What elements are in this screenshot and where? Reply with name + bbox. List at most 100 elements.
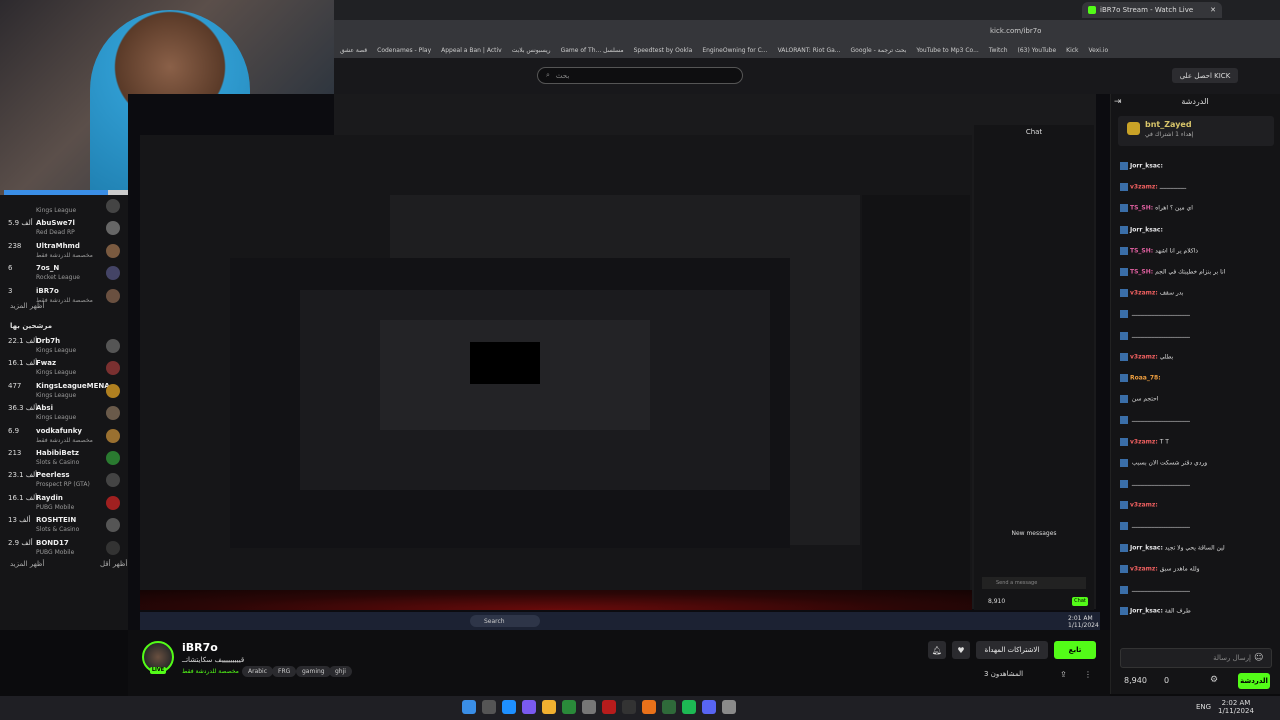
share-icon[interactable]: ⇪ (1060, 670, 1067, 679)
sidebar-channel-7os_n[interactable]: 6 7os_N Rocket League (0, 262, 128, 284)
taskbar-app-icon[interactable] (622, 700, 636, 714)
bookmark-item[interactable]: VALORANT: Riot Ga... (778, 47, 841, 54)
sidebar-channel-raydin[interactable]: 16.1 ألف Raydin PUBG Mobile (0, 492, 128, 514)
taskbar-app-icon[interactable] (702, 700, 716, 714)
show-less-link[interactable]: أظهر أقل (100, 560, 127, 568)
channel-points[interactable]: 8,940 (1124, 676, 1147, 685)
bookmark-item[interactable]: Twitch (989, 47, 1008, 54)
chat-badges-icon (1120, 543, 1128, 552)
chat-badges-icon (1120, 310, 1128, 319)
search-input[interactable]: ⌕ بحث (537, 67, 743, 84)
chat-username[interactable]: TS_SH: (1130, 247, 1153, 254)
bookmark-item[interactable]: EngineOwning for C... (702, 47, 767, 54)
chat-badges-icon (1120, 607, 1128, 616)
sidebar-channel-ultramhmd[interactable]: 238 UltraMhmd مخصصة للدردشة فقط (0, 240, 128, 262)
chat-username[interactable]: Jorr_ksac: (1130, 608, 1163, 615)
viewer-count: 5.9 ألف (8, 219, 33, 228)
gifted-subs-button[interactable]: الاشتراكات المهداة (976, 641, 1048, 659)
stream-category[interactable]: مخصصة للدردشة فقط (182, 668, 239, 675)
settings-gear-icon[interactable]: ⚙ (1210, 675, 1218, 685)
taskbar-app-icon[interactable] (522, 700, 536, 714)
sidebar-channel-bond17[interactable]: 2.9 ألف BOND17 PUBG Mobile (0, 537, 128, 559)
sidebar-channel-peerless[interactable]: 23.1 ألف Peerless Prospect RP (GTA) (0, 469, 128, 491)
bookmark-item[interactable]: قصة عشق (340, 47, 367, 54)
follow-button[interactable]: تابع (1054, 641, 1096, 659)
bookmark-item[interactable]: Game of Th... مسلسل (561, 47, 624, 54)
channel-category: Prospect RP (GTA) (36, 481, 90, 489)
chat-username[interactable]: Jorr_ksac: (1130, 544, 1163, 551)
streamer-name[interactable]: iBR7o (182, 641, 218, 654)
bookmark-item[interactable]: ريسبونس بلابت (512, 47, 551, 54)
sidebar-channel-vodkafunky[interactable]: 6.9 vodkafunky مخصصة للدردشة فقط (0, 425, 128, 447)
taskbar-app-icon[interactable] (502, 700, 516, 714)
chat-username[interactable]: TS_SH: (1130, 205, 1153, 212)
url-field[interactable]: kick.com/ibr7o (990, 24, 1130, 38)
taskbar-clock[interactable]: 2:02 AM 1/11/2024 (1218, 699, 1254, 715)
taskbar-app-icon[interactable] (562, 700, 576, 714)
bookmark-item[interactable]: Kick (1066, 47, 1078, 54)
tag[interactable]: gaming (296, 666, 331, 677)
channel-name: vodkafunky (36, 426, 82, 435)
emote-picker-icon[interactable]: ☺ (1254, 653, 1263, 663)
sidebar-channel-item[interactable]: Kings League (0, 195, 128, 217)
chat-username[interactable]: v3zamz: (1130, 502, 1158, 509)
pinned-message[interactable] (1118, 116, 1274, 146)
chat-username[interactable]: v3zamz: (1130, 184, 1158, 191)
chat-badges-icon (1120, 586, 1128, 594)
chat-username[interactable]: TS_SH: (1130, 269, 1153, 276)
bookmark-item[interactable]: (63) YouTube (1018, 47, 1057, 54)
sidebar-channel-roshtein[interactable]: 13 ألف ROSHTEIN Slots & Casino (0, 514, 128, 536)
chat-username[interactable]: Jorr_ksac: (1130, 163, 1163, 170)
tag[interactable]: ghji (329, 666, 352, 677)
heart-icon[interactable]: ♥ (952, 641, 970, 659)
taskbar-app-icon[interactable] (722, 700, 736, 714)
chat-message: ـــــــــــــــــــــــــــــــــ (1120, 416, 1190, 425)
bookmark-item[interactable]: Google - بحث ترجمة (851, 47, 907, 54)
show-more-link[interactable]: أظهر المزيد (10, 560, 44, 568)
sidebar-channel-drb7h[interactable]: 22.1 ألف Drb7h Kings League (0, 335, 128, 357)
notification-bell-icon[interactable]: 🔔︎ (928, 641, 946, 659)
chat-message-input[interactable]: إرسال رسالة (1120, 648, 1272, 668)
sidebar-channel-fwaz[interactable]: 16.1 ألف Fwaz Kings League (0, 357, 128, 379)
viewer-count: 238 (8, 241, 22, 250)
bookmark-item[interactable]: Vexi.io (1089, 47, 1109, 54)
chat-username[interactable]: v3zamz: (1130, 438, 1158, 445)
taskbar-app-icon[interactable] (542, 700, 556, 714)
taskbar-app-icon[interactable] (662, 700, 676, 714)
taskbar-app-icon[interactable] (482, 700, 496, 714)
close-tab-icon[interactable]: ✕ (1210, 6, 1216, 14)
browser-tab[interactable]: iBR7o Stream - Watch Live ✕ (1082, 2, 1222, 18)
chat-username[interactable]: Roaa_78: (1130, 375, 1161, 382)
bookmark-item[interactable]: Codenames - Play (377, 47, 431, 54)
background-floor (140, 590, 972, 610)
bookmark-item[interactable]: YouTube to Mp3 Co... (916, 47, 978, 54)
get-kick-button[interactable]: احصل على KICK (1172, 68, 1238, 83)
recursive-chat-panel: Chat New messages Send a message 8,910 C… (974, 125, 1094, 610)
chat-username[interactable]: Jorr_ksac: (1130, 226, 1163, 233)
taskbar-app-icon[interactable] (462, 700, 476, 714)
sidebar-channel-habibibetz[interactable]: 213 HabibiBetz Slots & Casino (0, 447, 128, 469)
tag[interactable]: FRG (272, 666, 297, 677)
chat-username[interactable]: v3zamz: (1130, 353, 1158, 360)
bookmark-item[interactable]: Speedtest by Ookla (634, 47, 693, 54)
taskbar-app-icon[interactable] (582, 700, 596, 714)
taskbar-app-icon[interactable] (682, 700, 696, 714)
pinned-user[interactable]: bnt_Zayed (1145, 120, 1192, 129)
taskbar-app-icon[interactable] (602, 700, 616, 714)
chat-badges-icon (1120, 395, 1128, 404)
chat-send-button[interactable]: الدردشة (1238, 673, 1270, 689)
chat-username[interactable]: v3zamz: (1130, 565, 1158, 572)
bookmark-item[interactable]: Appeal a Ban | Activ (441, 47, 502, 54)
chat-message: ـــــــــــــــــــــــــــــــــ (1120, 310, 1190, 319)
tag[interactable]: Arabic (242, 666, 274, 677)
language-indicator[interactable]: ENG (1196, 703, 1211, 711)
sidebar-channel-abuswe7l[interactable]: 5.9 ألف AbuSwe7l Red Dead RP (0, 217, 128, 239)
sidebar-channel-kingsleaguemena[interactable]: 477 KingsLeagueMENA Kings League (0, 380, 128, 402)
sidebar-channel-absi[interactable]: 36.3 ألف Absi Kings League (0, 402, 128, 424)
collapse-chat-icon[interactable]: ⇥ (1114, 97, 1122, 107)
channel-category: Kings League (36, 414, 77, 422)
more-options-icon[interactable]: ⋮ (1084, 670, 1092, 679)
taskbar-app-icon[interactable] (642, 700, 656, 714)
chat-username[interactable]: v3zamz: (1130, 290, 1158, 297)
show-more-link[interactable]: أظهر المزيد (10, 302, 44, 310)
